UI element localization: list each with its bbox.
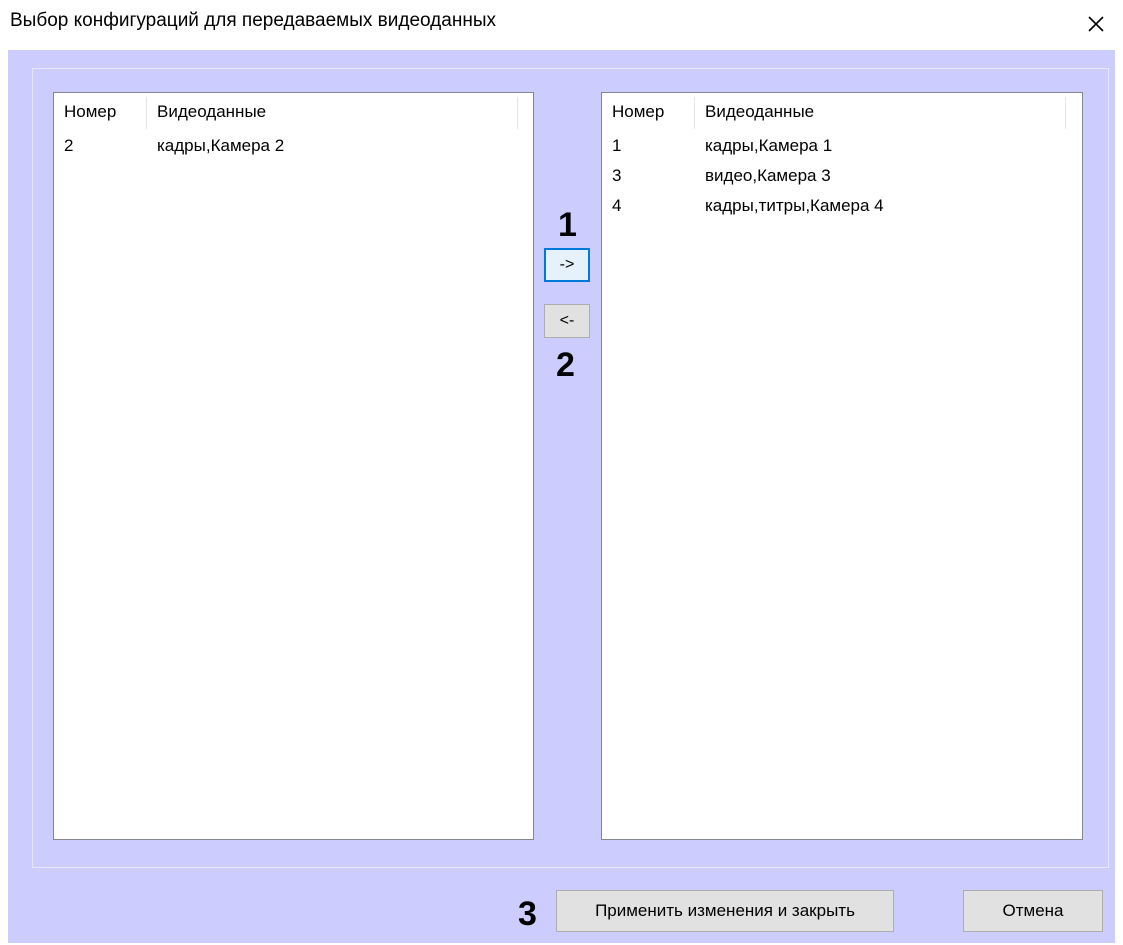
item-number: 2: [64, 136, 74, 155]
column-divider[interactable]: [517, 97, 518, 129]
item-number: 3: [612, 166, 622, 185]
close-icon: [1088, 16, 1104, 32]
list-header: Номер Видеоданные: [54, 93, 533, 131]
item-videodata: кадры,титры,Камера 4: [705, 196, 884, 215]
item-videodata: кадры,Камера 1: [705, 136, 833, 155]
available-list[interactable]: Номер Видеоданные 2 кадры,Камера 2: [53, 92, 534, 840]
column-header-number[interactable]: Номер: [54, 93, 146, 131]
move-left-button[interactable]: <-: [544, 304, 590, 338]
column-divider[interactable]: [1065, 97, 1066, 129]
column-header-number[interactable]: Номер: [602, 93, 694, 131]
apply-and-close-button[interactable]: Применить изменения и закрыть: [556, 890, 894, 932]
cancel-button[interactable]: Отмена: [963, 890, 1103, 932]
column-header-videodata[interactable]: Видеоданные: [147, 93, 517, 131]
item-number: 1: [612, 136, 622, 155]
callout-3: 3: [518, 895, 537, 933]
list-item[interactable]: 2 кадры,Камера 2: [54, 131, 533, 161]
move-right-button[interactable]: ->: [544, 248, 590, 282]
dialog-body: Номер Видеоданные 2 кадры,Камера 2 1 -> …: [8, 50, 1115, 943]
list-item[interactable]: 1 кадры,Камера 1: [602, 131, 1082, 161]
callout-2: 2: [556, 346, 575, 384]
selected-list[interactable]: Номер Видеоданные 1 кадры,Камера 1 3 вид…: [601, 92, 1083, 840]
item-number: 4: [612, 196, 622, 215]
list-header: Номер Видеоданные: [602, 93, 1082, 131]
dialog-title: Выбор конфигураций для передаваемых виде…: [10, 10, 496, 31]
callout-1: 1: [558, 206, 577, 244]
title-bar: Выбор конфигураций для передаваемых виде…: [0, 0, 1123, 50]
item-videodata: кадры,Камера 2: [157, 136, 285, 155]
close-button[interactable]: [1078, 6, 1114, 42]
list-item[interactable]: 3 видео,Камера 3: [602, 161, 1082, 191]
column-header-videodata[interactable]: Видеоданные: [695, 93, 1065, 131]
item-videodata: видео,Камера 3: [705, 166, 831, 185]
list-item[interactable]: 4 кадры,титры,Камера 4: [602, 191, 1082, 221]
